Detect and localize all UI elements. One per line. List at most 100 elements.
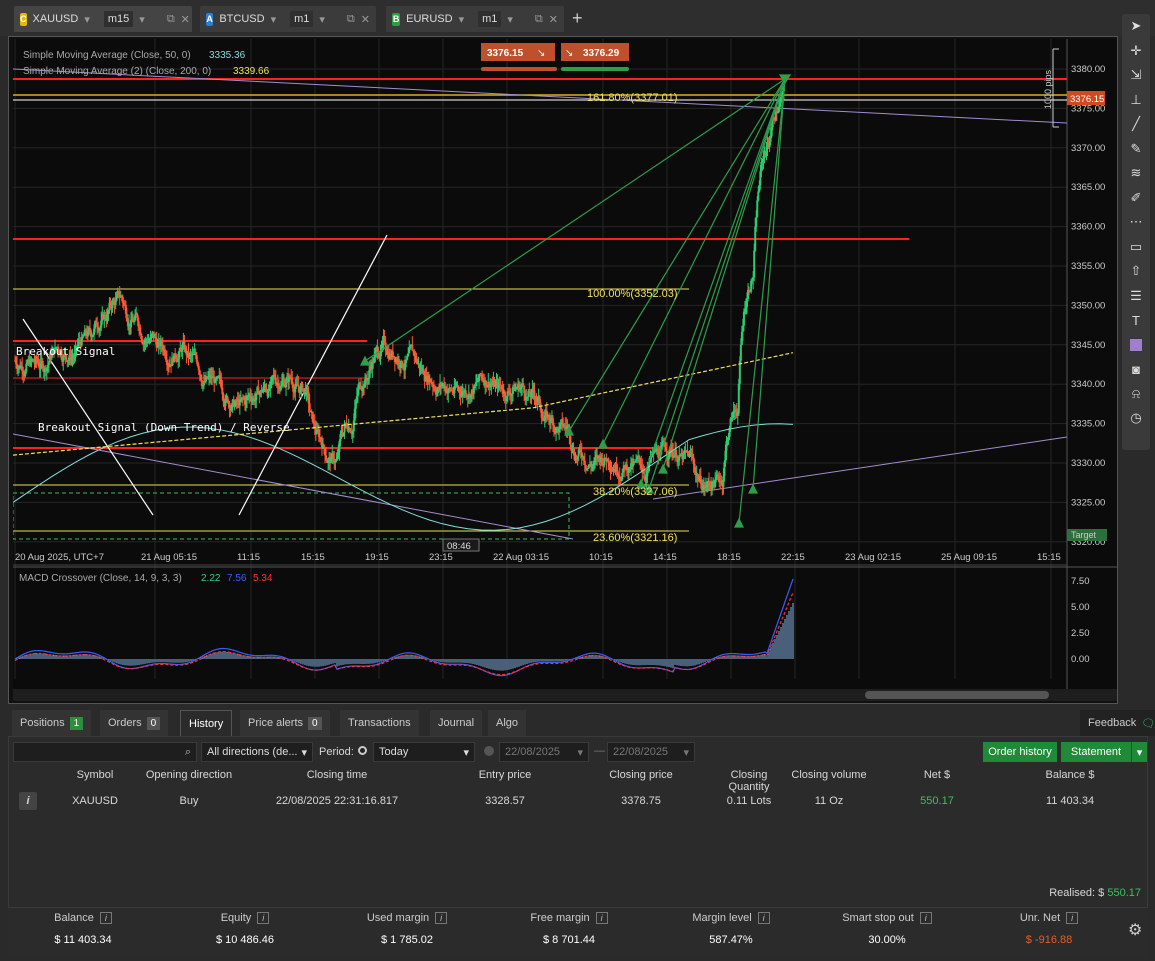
- time-tick: 21 Aug 05:15: [141, 552, 197, 563]
- sma1-value: 3335.36: [209, 50, 246, 61]
- col-symbol[interactable]: Symbol: [49, 769, 141, 781]
- search-icon: ⌕: [184, 745, 191, 758]
- symbol-tabs-bar: C XAUUSD ▾ m15 ▾ ⧉ ✕ A BTCUSD ▾ m1 ▾ ⧉ ✕…: [0, 0, 1155, 36]
- info-icon[interactable]: i: [435, 912, 448, 924]
- table-row[interactable]: i XAUUSD Buy 22/08/2025 22:31:16.817 332…: [9, 791, 1149, 813]
- replay-icon[interactable]: ◷: [1122, 406, 1150, 431]
- tab-history[interactable]: History: [180, 710, 233, 736]
- info-icon[interactable]: i: [99, 912, 112, 924]
- detach-icon[interactable]: ⧉: [167, 13, 175, 26]
- chevron-down-icon[interactable]: ▾: [319, 13, 325, 26]
- info-icon[interactable]: i: [757, 912, 770, 924]
- price-tick: 3345.00: [1071, 340, 1105, 351]
- tab-eurusd[interactable]: B EURUSD ▾ m1 ▾ ⧉ ✕: [386, 6, 564, 32]
- search-input[interactable]: ⌕: [13, 742, 197, 762]
- period-radio[interactable]: [358, 746, 367, 755]
- cursor-icon[interactable]: ➤: [1122, 14, 1150, 39]
- statement-dropdown[interactable]: ▾: [1131, 742, 1147, 762]
- candle: [583, 460, 586, 466]
- balance-label: Balance: [54, 912, 94, 924]
- trend-line-icon[interactable]: ╱: [1122, 112, 1150, 137]
- drawing-toolbar: ➤ ✛ ⇲ ⊥ ╱ ✎ ≋ ✐ ⋯ ▭ ⇧ ☰ T ◙ ⍾ ◷: [1122, 14, 1150, 450]
- info-icon[interactable]: i: [1066, 912, 1079, 924]
- chart-panel[interactable]: 3380.00 3375.00 3370.00 3365.00 3360.00 3355.…: [8, 36, 1118, 704]
- tab-price-alerts[interactable]: Price alerts 0: [240, 710, 330, 736]
- detach-icon[interactable]: ⧉: [347, 13, 355, 26]
- tab-btcusd[interactable]: A BTCUSD ▾ m1 ▾ ⧉ ✕: [200, 6, 376, 32]
- tab-symbol: EURUSD: [406, 13, 453, 25]
- macd-tick: 0.00: [1071, 654, 1090, 665]
- date-radio[interactable]: [484, 746, 494, 756]
- text-icon[interactable]: T: [1122, 308, 1150, 333]
- move-icon[interactable]: ⇲: [1122, 63, 1150, 88]
- date-to-input[interactable]: 22/08/2025 ▾: [607, 742, 695, 762]
- col-balance[interactable]: Balance $: [1005, 769, 1135, 781]
- tab-orders[interactable]: Orders 0: [100, 710, 169, 736]
- pen-icon[interactable]: ✎: [1122, 137, 1150, 162]
- detach-icon[interactable]: ⧉: [535, 13, 543, 26]
- col-closing-price[interactable]: Closing price: [573, 769, 709, 781]
- candle: [755, 217, 758, 227]
- levels-icon[interactable]: ☰: [1122, 284, 1150, 309]
- chevron-down-icon[interactable]: ▾: [271, 13, 277, 26]
- color-icon[interactable]: [1122, 333, 1150, 358]
- order-history-button[interactable]: Order history: [983, 742, 1057, 762]
- macd-label: MACD Crossover (Close, 14, 9, 3, 3): [19, 573, 182, 584]
- info-icon[interactable]: i: [257, 912, 270, 924]
- date-from-input[interactable]: 22/08/2025 ▾: [499, 742, 589, 762]
- close-icon[interactable]: ✕: [361, 13, 370, 26]
- camera-icon[interactable]: ◙: [1122, 357, 1150, 382]
- info-icon[interactable]: i: [19, 792, 37, 810]
- brush-icon[interactable]: ✐: [1122, 186, 1150, 211]
- measure-icon[interactable]: ⋯: [1122, 210, 1150, 235]
- close-icon[interactable]: ✕: [549, 13, 558, 26]
- chevron-down-icon[interactable]: ▾: [507, 13, 513, 26]
- tab-algo[interactable]: Algo: [488, 710, 527, 736]
- chart-scrollbar[interactable]: [13, 689, 1117, 701]
- price-chart[interactable]: 3380.00 3375.00 3370.00 3365.00 3360.00 3355.…: [13, 39, 1117, 689]
- tab-journal[interactable]: Journal: [430, 710, 483, 736]
- buy-price: 3376.29: [583, 48, 620, 59]
- tab-positions[interactable]: Positions 1: [12, 710, 92, 736]
- close-icon[interactable]: ✕: [181, 13, 190, 26]
- direction-select[interactable]: All directions (de... ▾: [201, 742, 313, 762]
- tab-label: Algo: [496, 717, 519, 729]
- unr-net-value: $ -916.88: [1025, 934, 1073, 946]
- chevron-down-icon[interactable]: ▾: [459, 13, 465, 26]
- col-closing-qty[interactable]: Closing Quantity: [709, 769, 789, 793]
- crosshair-icon[interactable]: ✛: [1122, 39, 1150, 64]
- chat-icon: 🗨: [1141, 717, 1155, 730]
- statement-button[interactable]: Statement: [1061, 742, 1131, 762]
- chevron-down-icon[interactable]: ▾: [139, 13, 145, 26]
- time-tick: 22:15: [781, 552, 805, 563]
- timeframe-selector[interactable]: m1: [478, 11, 502, 27]
- table-header: Symbol Opening direction Closing time En…: [9, 769, 1149, 793]
- timeframe-selector[interactable]: m1: [290, 11, 314, 27]
- col-closing-time[interactable]: Closing time: [237, 769, 437, 781]
- feedback-label: Feedback: [1088, 717, 1137, 729]
- history-filters: ⌕ All directions (de... ▾ Period: Today ▾ …: [9, 737, 1149, 767]
- unr-net-label: Unr. Net: [1019, 912, 1061, 924]
- chevron-down-icon[interactable]: ▾: [84, 13, 90, 26]
- tab-badge: 0: [308, 716, 322, 730]
- col-closing-volume[interactable]: Closing volume: [789, 769, 869, 781]
- timeframe-selector[interactable]: m15: [103, 11, 134, 27]
- tab-transactions[interactable]: Transactions: [340, 710, 419, 736]
- col-net[interactable]: Net $: [869, 769, 1005, 781]
- info-icon[interactable]: i: [919, 912, 932, 924]
- tab-xauusd[interactable]: C XAUUSD ▾ m15 ▾ ⧉ ✕: [14, 6, 192, 32]
- col-entry-price[interactable]: Entry price: [437, 769, 573, 781]
- scrollbar-thumb[interactable]: [865, 691, 1049, 699]
- settings-gear-icon[interactable]: ⚙: [1128, 920, 1142, 940]
- col-opening-direction[interactable]: Opening direction: [141, 769, 237, 781]
- fibonacci-icon[interactable]: ≋: [1122, 161, 1150, 186]
- feedback-button[interactable]: Feedback 🗨: [1080, 710, 1155, 736]
- rectangle-icon[interactable]: ▭: [1122, 235, 1150, 260]
- period-select[interactable]: Today ▾: [373, 742, 475, 762]
- price-tick: 3335.00: [1071, 419, 1105, 430]
- add-tab-button[interactable]: +: [572, 8, 583, 29]
- info-icon[interactable]: i: [595, 912, 608, 924]
- arrow-up-icon[interactable]: ⇧: [1122, 259, 1150, 284]
- alert-icon[interactable]: ⍾: [1122, 382, 1150, 407]
- horizontal-line-icon[interactable]: ⊥: [1122, 88, 1150, 113]
